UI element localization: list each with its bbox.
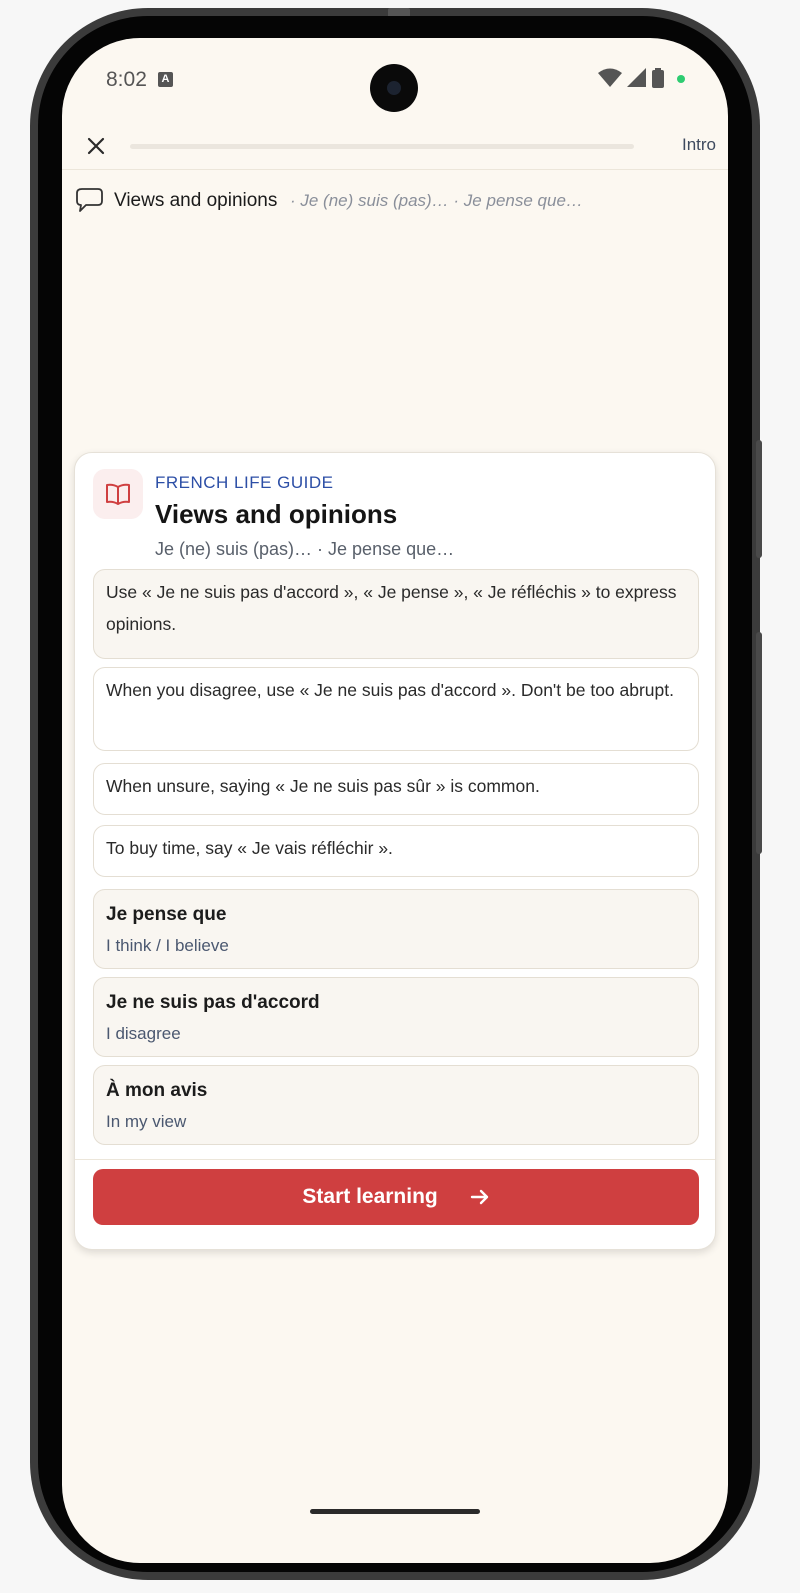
close-icon bbox=[87, 137, 105, 155]
home-indicator[interactable] bbox=[310, 1509, 480, 1514]
phrase-french: À mon avis bbox=[106, 1080, 208, 1101]
screen: 8:02 A Intro Views and opinions · Je (ne… bbox=[62, 38, 728, 1563]
card-title: Views and opinions bbox=[155, 499, 398, 529]
topic-breadcrumb: Views and opinions · Je (ne) suis (pas)…… bbox=[74, 186, 714, 216]
tip-text: When you disagree, use « Je ne suis pas … bbox=[106, 680, 674, 700]
book-badge bbox=[93, 469, 143, 519]
start-learning-button[interactable]: Start learning bbox=[93, 1169, 699, 1225]
status-bar: 8:02 A bbox=[62, 38, 728, 120]
lesson-top-bar: Intro bbox=[62, 122, 728, 170]
card-subtitle: Je (ne) suis (pas)… · Je pense que… bbox=[155, 539, 455, 559]
lesson-progress-bar bbox=[130, 144, 634, 149]
guide-card: FRENCH LIFE GUIDE Views and opinions Je … bbox=[74, 452, 716, 1250]
tip-card: Use « Je ne suis pas d'accord », « Je pe… bbox=[93, 569, 699, 659]
phrase-card: Je pense que I think / I believe bbox=[93, 889, 699, 969]
speech-bubble-icon bbox=[76, 188, 103, 212]
close-button[interactable] bbox=[84, 134, 108, 158]
phone-power-button bbox=[756, 440, 762, 558]
arrow-right-icon bbox=[470, 1187, 490, 1207]
phone-volume-button bbox=[756, 632, 762, 854]
tip-card: When unsure, saying « Je ne suis pas sûr… bbox=[93, 763, 699, 815]
start-learning-label: Start learning bbox=[302, 1185, 438, 1208]
device-stage: 8:02 A Intro Views and opinions · Je (ne… bbox=[0, 0, 800, 1593]
status-time: 8:02 bbox=[106, 68, 147, 91]
battery-icon bbox=[652, 68, 664, 88]
phrase-card: Je ne suis pas d'accord I disagree bbox=[93, 977, 699, 1057]
step-label: Intro bbox=[681, 135, 716, 154]
tip-card: To buy time, say « Je vais réfléchir ». bbox=[93, 825, 699, 877]
privacy-dot-icon bbox=[677, 75, 685, 83]
phrase-translation: In my view bbox=[106, 1112, 187, 1131]
tip-card: When you disagree, use « Je ne suis pas … bbox=[93, 667, 699, 751]
wifi-icon bbox=[598, 68, 622, 87]
breadcrumb-title: Views and opinions bbox=[114, 190, 278, 211]
card-divider bbox=[75, 1159, 715, 1160]
status-icons bbox=[598, 68, 708, 88]
tip-text: When unsure, saying « Je ne suis pas sûr… bbox=[106, 776, 540, 796]
phrase-translation: I disagree bbox=[106, 1024, 181, 1043]
breadcrumb-subtitle: · Je (ne) suis (pas)… · Je pense que… bbox=[290, 191, 583, 210]
card-eyebrow: FRENCH LIFE GUIDE bbox=[155, 473, 334, 492]
front-camera bbox=[370, 64, 418, 112]
notification-icon: A bbox=[158, 72, 173, 87]
signal-icon bbox=[627, 68, 646, 87]
book-icon bbox=[106, 483, 130, 505]
tip-text: To buy time, say « Je vais réfléchir ». bbox=[106, 838, 393, 858]
phrase-french: Je pense que bbox=[106, 904, 227, 925]
phrase-translation: I think / I believe bbox=[106, 936, 229, 955]
phrase-card: À mon avis In my view bbox=[93, 1065, 699, 1145]
tip-text: Use « Je ne suis pas d'accord », « Je pe… bbox=[106, 582, 677, 634]
phrase-french: Je ne suis pas d'accord bbox=[106, 992, 320, 1013]
